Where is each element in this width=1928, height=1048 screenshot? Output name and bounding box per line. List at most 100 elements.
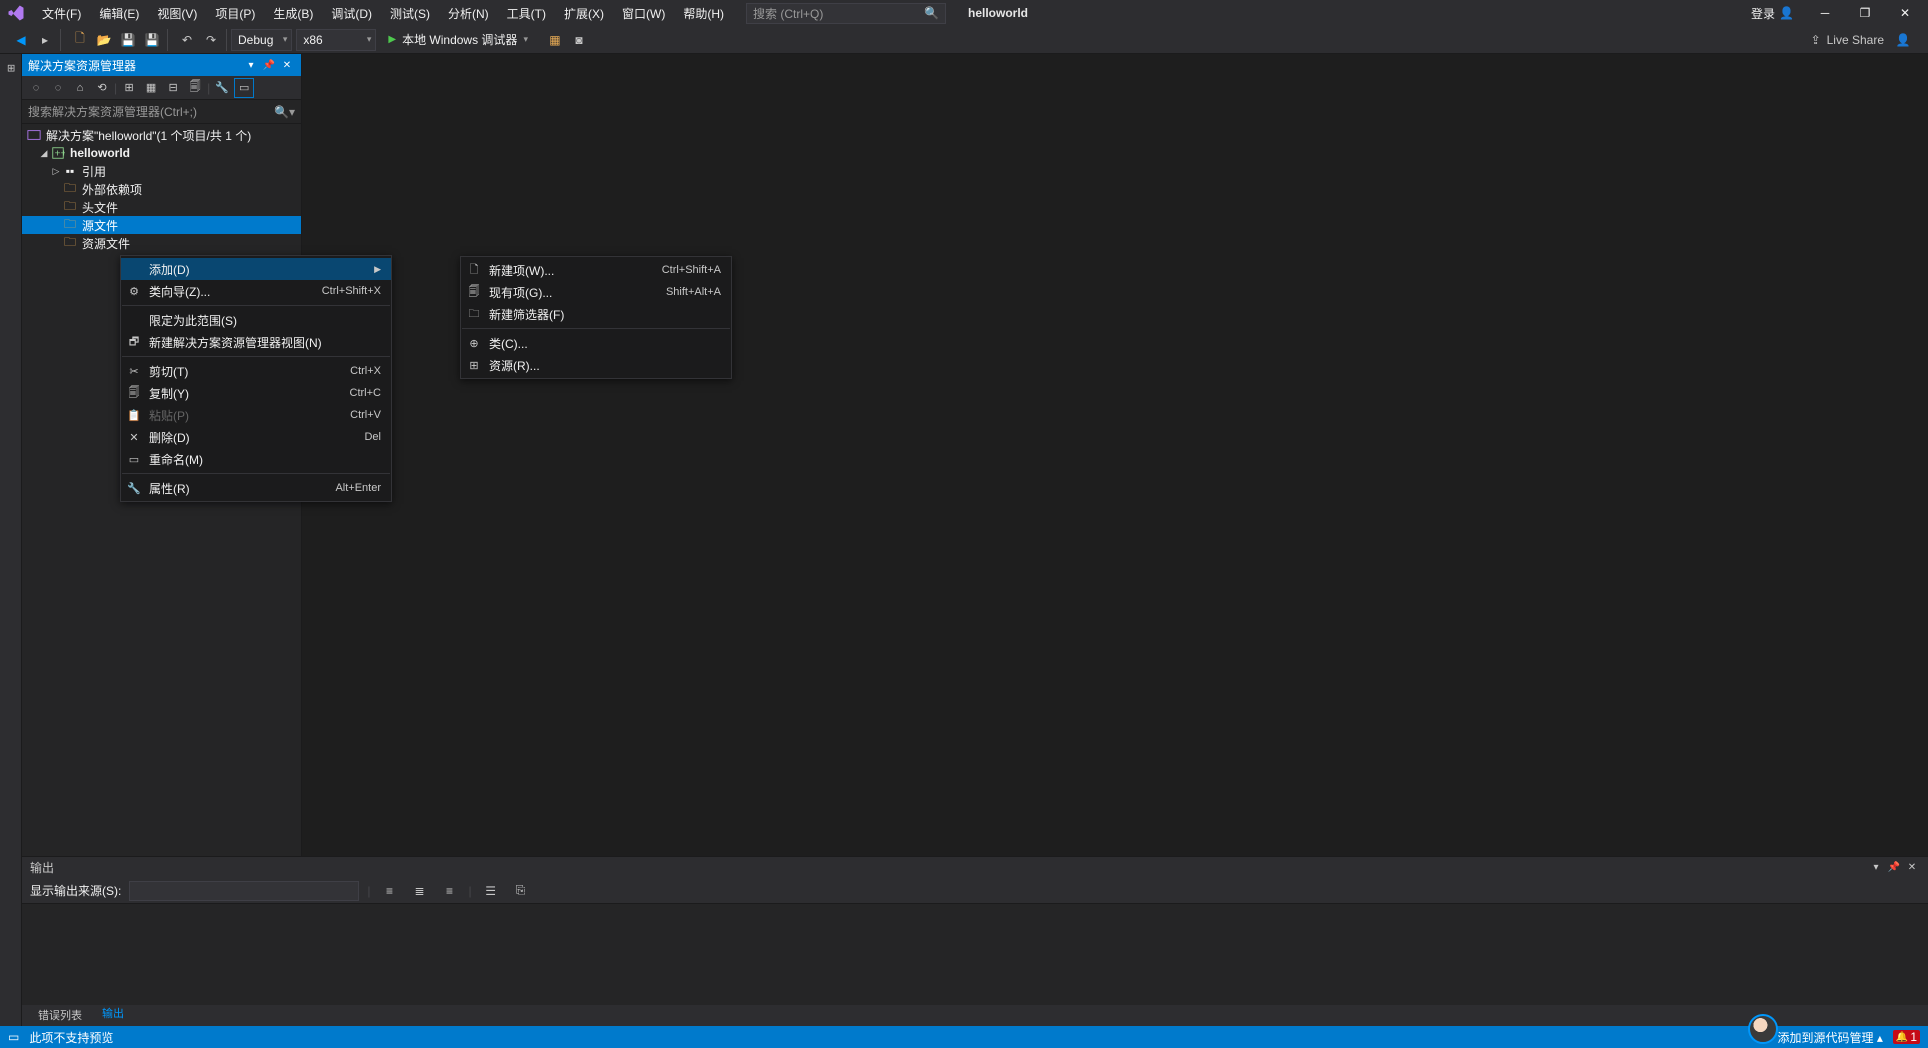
ctx-item[interactable]: 🔧 属性(R) Alt+Enter	[121, 477, 391, 499]
panel-search-input[interactable]: 搜索解决方案资源管理器(Ctrl+;) 🔍▾	[22, 100, 301, 124]
expand-icon[interactable]: ▷	[50, 166, 62, 177]
ctx-item[interactable]: ⚙ 类向导(Z)... Ctrl+Shift+X	[121, 280, 391, 302]
ctx-label: 新建项(W)...	[489, 262, 656, 279]
live-share-label: Live Share	[1827, 33, 1884, 47]
tab-output[interactable]: 输出	[92, 1002, 134, 1026]
ptb-preview[interactable]: ▭	[234, 78, 254, 98]
ctx-item[interactable]: ▭ 重命名(M)	[121, 448, 391, 470]
solution-label: 解决方案"helloworld"(1 个项目/共 1 个)	[46, 127, 251, 144]
ptb-home[interactable]: ⌂	[70, 78, 90, 98]
ctx-item[interactable]: 🗐 现有项(G)... Shift+Alt+A	[461, 281, 731, 303]
menu-file[interactable]: 文件(F)	[34, 2, 89, 25]
menu-build[interactable]: 生成(B)	[265, 2, 321, 25]
output-list-button[interactable]: ☰	[480, 880, 502, 902]
ctx-shortcut: Del	[364, 431, 381, 443]
ctx-shortcut: Ctrl+Shift+X	[322, 285, 381, 297]
folder-icon: 🗀	[62, 199, 78, 215]
ctx-item[interactable]: ⊞ 资源(R)...	[461, 354, 731, 376]
tree-resources-node[interactable]: 🗀 资源文件	[22, 234, 301, 252]
menu-project[interactable]: 项目(P)	[207, 2, 263, 25]
ctx-item[interactable]: ✂ 剪切(T) Ctrl+X	[121, 360, 391, 382]
window-restore-button[interactable]: ❐	[1848, 0, 1882, 26]
tree-references-node[interactable]: ▷ ▪▪ 引用	[22, 162, 301, 180]
output-close-button[interactable]: ✕	[1904, 860, 1920, 876]
output-toggle-button[interactable]: ≣	[408, 880, 430, 902]
start-debug-button[interactable]: ▶ 本地 Windows 调试器 ▾	[380, 29, 536, 51]
platform-dropdown[interactable]: x86	[296, 29, 376, 51]
ptb-fwd[interactable]: ◌	[48, 78, 68, 98]
ptb-pending[interactable]: ⊞	[119, 78, 139, 98]
redo-button[interactable]: ↷	[200, 29, 222, 51]
menu-help[interactable]: 帮助(H)	[675, 2, 732, 25]
output-dropdown-button[interactable]: ▾	[1868, 860, 1884, 876]
output-clear-button[interactable]: ≡	[378, 880, 400, 902]
ctx-item[interactable]: 🗀 新建筛选器(F)	[461, 303, 731, 325]
ptb-wrench[interactable]: 🔧	[212, 78, 232, 98]
ctx-item[interactable]: ✕ 删除(D) Del	[121, 426, 391, 448]
save-button[interactable]: 💾	[117, 29, 139, 51]
toolbar-btn-b[interactable]: ◙	[568, 29, 590, 51]
tree-source-files-node[interactable]: 🗀 源文件	[22, 216, 301, 234]
nav-back-button[interactable]: ◀	[10, 29, 32, 51]
menu-window[interactable]: 窗口(W)	[614, 2, 673, 25]
menu-edit[interactable]: 编辑(E)	[91, 2, 147, 25]
ptb-sync[interactable]: ⟲	[92, 78, 112, 98]
global-search-input[interactable]: 搜索 (Ctrl+Q) 🔍	[746, 3, 946, 24]
ctx-item[interactable]: 🗋 新建项(W)... Ctrl+Shift+A	[461, 259, 731, 281]
output-titlebar[interactable]: 输出 ▾ 📌 ✕	[22, 857, 1928, 878]
menu-test[interactable]: 测试(S)	[382, 2, 438, 25]
window-title: helloworld	[968, 6, 1028, 20]
output-source-dropdown[interactable]	[129, 881, 359, 901]
live-share-button[interactable]: ⇪ Live Share	[1811, 33, 1884, 47]
ctx-label: 属性(R)	[149, 480, 329, 497]
tree-headers-node[interactable]: 🗀 头文件	[22, 198, 301, 216]
tree-external-node[interactable]: 🗀 外部依赖项	[22, 180, 301, 198]
scm-button[interactable]: ⊕添加到源代码管理 ▴	[1763, 1029, 1882, 1046]
ptb-back[interactable]: ◌	[26, 78, 46, 98]
window-close-button[interactable]: ✕	[1888, 0, 1922, 26]
window-minimize-button[interactable]: ─	[1808, 0, 1842, 26]
ptb-collapse[interactable]: ⊟	[163, 78, 183, 98]
toolbar-btn-a[interactable]: ▦	[544, 29, 566, 51]
new-project-button[interactable]: 🗋	[69, 29, 91, 51]
search-icon: 🔍	[924, 6, 939, 20]
menu-debug[interactable]: 调试(D)	[323, 2, 380, 25]
menu-view[interactable]: 视图(V)	[149, 2, 205, 25]
config-dropdown[interactable]: Debug	[231, 29, 292, 51]
menu-tools[interactable]: 工具(T)	[499, 2, 554, 25]
ctx-label: 新建筛选器(F)	[489, 306, 715, 323]
tree-solution-node[interactable]: 解决方案"helloworld"(1 个项目/共 1 个)	[22, 126, 301, 144]
ctx-item[interactable]: ⊕ 类(C)...	[461, 332, 731, 354]
avatar[interactable]	[1748, 1014, 1778, 1044]
panel-dropdown-button[interactable]: ▾	[243, 57, 259, 73]
ptb-props[interactable]: 🗐	[185, 78, 205, 98]
output-body[interactable]	[22, 904, 1928, 1005]
ctx-item[interactable]: 添加(D) ▶	[121, 258, 391, 280]
save-all-button[interactable]: 💾	[141, 29, 163, 51]
ctx-item[interactable]: 限定为此范围(S)	[121, 309, 391, 331]
output-wrap-button[interactable]: ≡	[438, 880, 460, 902]
play-icon: ▶	[388, 34, 396, 45]
notification-badge[interactable]: 🔔1	[1893, 1030, 1920, 1044]
menu-analyze[interactable]: 分析(N)	[440, 2, 497, 25]
nav-fwd-button[interactable]: ▸	[34, 29, 56, 51]
panel-titlebar[interactable]: 解决方案资源管理器 ▾ 📌 ✕	[22, 54, 301, 76]
main-toolbar: ◀ ▸ 🗋 📂 💾 💾 ↶ ↷ Debug x86 ▶ 本地 Windows 调…	[0, 26, 1928, 54]
ctx-item[interactable]: 🗗 新建解决方案资源管理器视图(N)	[121, 331, 391, 353]
panel-pin-button[interactable]: 📌	[261, 57, 277, 73]
feedback-button[interactable]: 👤	[1892, 29, 1914, 51]
undo-button[interactable]: ↶	[176, 29, 198, 51]
ctx-label: 新建解决方案资源管理器视图(N)	[149, 334, 375, 351]
tree-project-node[interactable]: ◢ ++ helloworld	[22, 144, 301, 162]
ctx-item[interactable]: 🗐 复制(Y) Ctrl+C	[121, 382, 391, 404]
login-button[interactable]: 登录 👤	[1743, 5, 1802, 22]
ptb-showall[interactable]: ▦	[141, 78, 161, 98]
tab-error-list[interactable]: 错误列表	[28, 1004, 92, 1026]
panel-close-button[interactable]: ✕	[279, 57, 295, 73]
side-tab-collapsed[interactable]: ⊞	[5, 58, 16, 72]
output-goto-button[interactable]: ⎘	[510, 880, 532, 902]
output-pin-button[interactable]: 📌	[1886, 860, 1902, 876]
menu-extensions[interactable]: 扩展(X)	[556, 2, 612, 25]
expand-icon[interactable]: ◢	[38, 148, 50, 159]
open-file-button[interactable]: 📂	[93, 29, 115, 51]
